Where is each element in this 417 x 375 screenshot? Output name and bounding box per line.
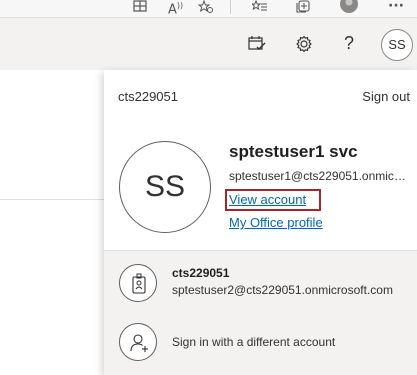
- tab-actions-icon[interactable]: [133, 0, 147, 14]
- org-name: cts229051: [118, 89, 178, 104]
- content-divider: [0, 199, 104, 200]
- help-icon[interactable]: ?: [344, 33, 354, 54]
- other-account-org: cts229051: [172, 266, 230, 280]
- app-header: ? SS: [0, 17, 417, 69]
- user-display-name: sptestuser1 svc: [229, 142, 358, 161]
- favorites-star-icon[interactable]: [198, 0, 214, 14]
- page-content-area: [0, 70, 104, 375]
- badge-icon: [119, 264, 157, 302]
- settings-gear-icon[interactable]: [295, 35, 315, 55]
- favorites-list-icon[interactable]: [252, 0, 268, 14]
- other-account-email: sptestuser2@cts229051.onmicrosoft.com: [172, 283, 393, 297]
- sign-in-different-account-label: Sign in with a different account: [172, 335, 336, 349]
- browser-toolbar: A)) ···: [0, 0, 417, 17]
- more-icon[interactable]: ···: [388, 0, 404, 14]
- read-aloud-icon[interactable]: A)): [168, 0, 183, 18]
- profile-icon[interactable]: [339, 0, 359, 14]
- office-profile-link[interactable]: My Office profile: [229, 215, 323, 230]
- view-account-link[interactable]: View account: [229, 192, 306, 207]
- sign-out-button[interactable]: Sign out: [362, 89, 410, 104]
- read-aloud-glyph: A: [168, 2, 177, 18]
- other-accounts-section: cts229051 sptestuser2@cts229051.onmicros…: [104, 251, 417, 375]
- collections-icon[interactable]: [296, 0, 310, 14]
- account-manager-panel: cts229051 Sign out SS sptestuser1 svc sp…: [104, 70, 417, 375]
- toolbar-separator: [230, 0, 231, 14]
- user-email: sptestuser1@cts229051.onmicrosoft.com: [229, 169, 409, 183]
- user-avatar: SS: [119, 141, 211, 233]
- account-avatar-button[interactable]: SS: [381, 29, 413, 61]
- calendar-check-icon[interactable]: [248, 35, 268, 55]
- add-person-icon: [119, 323, 157, 361]
